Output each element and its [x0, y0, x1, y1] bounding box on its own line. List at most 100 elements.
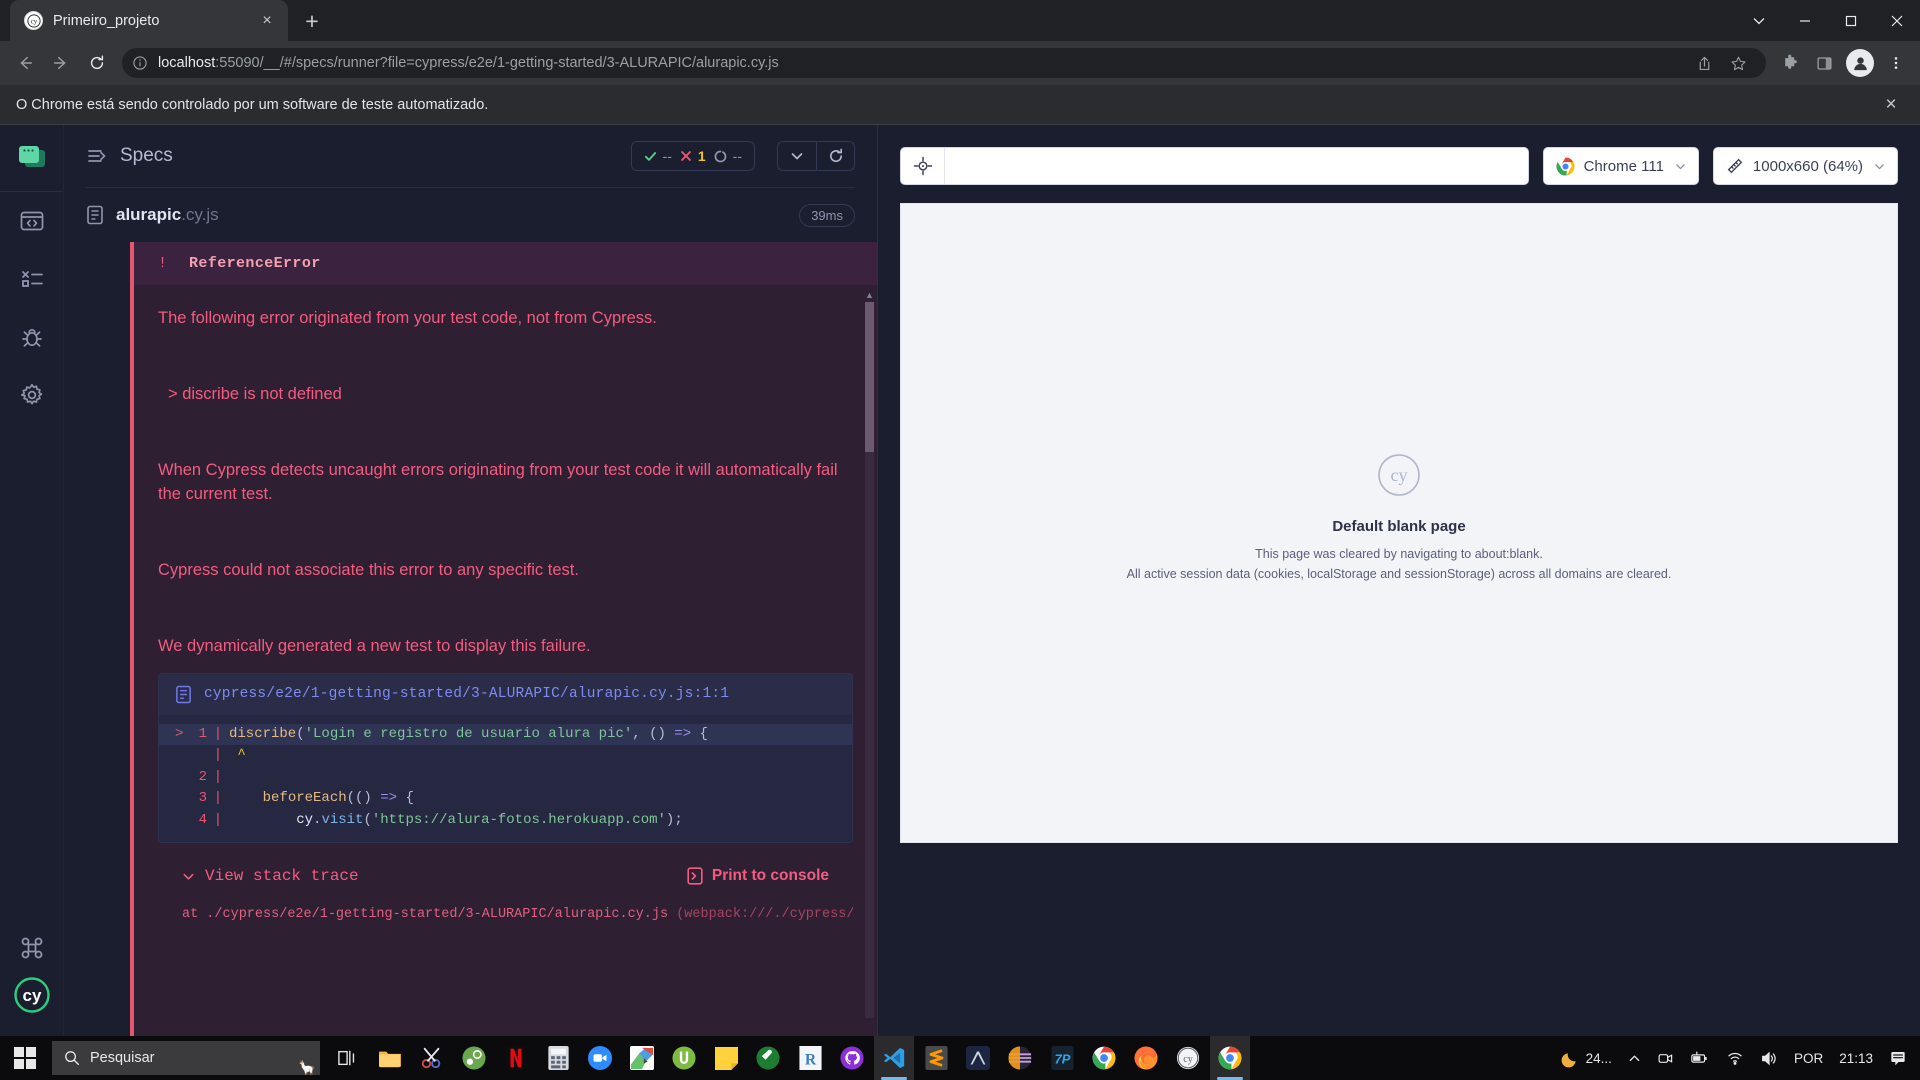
taskbar-app-file-explorer[interactable]: [370, 1036, 410, 1080]
cypress-sidebar: cy: [0, 125, 64, 1036]
eclipse-icon: [1008, 1046, 1032, 1070]
browser-tab[interactable]: cy Primeiro_projeto ×: [10, 0, 288, 41]
windows-start-icon[interactable]: [0, 1036, 50, 1080]
taskbar-apps: R 7P cy: [328, 1036, 1250, 1080]
print-to-console-label: Print to console: [711, 867, 829, 885]
spec-file-row[interactable]: alurapic.cy.js 39ms: [64, 188, 877, 242]
taskbar-app-chrome-1[interactable]: [1084, 1036, 1124, 1080]
sidebar-item-debug[interactable]: [0, 308, 64, 366]
check-icon: [644, 150, 657, 163]
sidebar-item-specs[interactable]: [0, 192, 64, 250]
cypress-app-logo[interactable]: [15, 143, 49, 173]
taskbar-app-sublime-text[interactable]: [916, 1036, 956, 1080]
error-message-line: Cypress could not associate this error t…: [158, 560, 579, 579]
preview-toolbar: Chrome 111 1000x660 (64%): [900, 125, 1898, 203]
wifi-icon[interactable]: [1719, 1036, 1751, 1080]
ruler-icon: [1726, 157, 1744, 175]
windows-taskbar: Pesquisar 🦙 R 7P cy 24... POR 21:13: [0, 1036, 1920, 1080]
selector-playground-icon[interactable]: [901, 148, 945, 184]
sidebar-item-runs[interactable]: [0, 250, 64, 308]
star-icon[interactable]: [1722, 47, 1754, 79]
taskbar-app-firefox[interactable]: [1126, 1036, 1166, 1080]
sidebar-item-settings[interactable]: [0, 366, 64, 424]
back-arrow-icon[interactable]: [8, 46, 42, 80]
volume-icon[interactable]: [1753, 1036, 1785, 1080]
info-circle-icon[interactable]: [132, 55, 148, 71]
taskbar-app-rstudio[interactable]: R: [790, 1036, 830, 1080]
clock[interactable]: 21:13: [1832, 1036, 1880, 1080]
browser-selector-button[interactable]: Chrome 111: [1542, 147, 1699, 185]
camera-icon[interactable]: [1650, 1036, 1681, 1080]
command-key-icon[interactable]: [0, 936, 64, 960]
language-indicator[interactable]: POR: [1787, 1036, 1830, 1080]
share-icon[interactable]: [1688, 47, 1720, 79]
search-input[interactable]: Pesquisar 🦙: [52, 1041, 320, 1075]
forward-arrow-icon[interactable]: [44, 46, 78, 80]
code-line-bar: |: [213, 747, 223, 764]
sublime-icon: [924, 1046, 948, 1070]
tab-search-icon[interactable]: [1736, 0, 1782, 41]
side-panel-icon[interactable]: [1808, 47, 1840, 79]
minimize-icon[interactable]: [1782, 0, 1828, 41]
puzzle-icon[interactable]: [1774, 47, 1806, 79]
automation-infobar: O Chrome está sendo controlado por um so…: [0, 85, 1920, 125]
taskbar-app-utorrent[interactable]: [664, 1036, 704, 1080]
scroll-up-arrow-icon[interactable]: ▲: [865, 290, 874, 300]
maximize-icon[interactable]: [1828, 0, 1874, 41]
scrollbar-thumb[interactable]: [865, 302, 874, 452]
code-frame-path-row[interactable]: cypress/e2e/1-getting-started/3-ALURAPIC…: [159, 673, 852, 715]
code-token: cy: [296, 811, 314, 828]
address-bar[interactable]: localhost:55090/__/#/specs/runner?file=c…: [122, 48, 1766, 78]
sticky-note-icon: [714, 1046, 738, 1070]
error-scroll-region: ! ReferenceError The following error ori…: [64, 242, 877, 1036]
taskbar-app-snipping-tool[interactable]: [412, 1036, 452, 1080]
error-scrollbar[interactable]: ▲: [865, 290, 874, 1030]
taskbar-app-eclipse[interactable]: [1000, 1036, 1040, 1080]
chevron-up-icon[interactable]: [1621, 1036, 1648, 1080]
insomnia-icon: [966, 1046, 990, 1070]
taskbar-app-steam[interactable]: [454, 1036, 494, 1080]
taskbar-app-task-view[interactable]: [328, 1036, 368, 1080]
firefox-icon: [1134, 1046, 1158, 1070]
url-bar[interactable]: [900, 147, 1529, 185]
close-icon[interactable]: ×: [256, 10, 278, 32]
code-line: 3 | beforeEach(() => {: [159, 788, 852, 810]
taskbar-app-netflix[interactable]: [496, 1036, 536, 1080]
tab-strip: cy Primeiro_projeto × +: [0, 0, 1920, 41]
print-to-console-button[interactable]: Print to console: [687, 867, 829, 885]
console-icon: [687, 867, 703, 885]
kebab-menu-icon[interactable]: [1880, 47, 1912, 79]
taskbar-app-github-desktop[interactable]: [832, 1036, 872, 1080]
taskbar-app-zoom[interactable]: [580, 1036, 620, 1080]
cy-circle-logo[interactable]: cy: [13, 976, 51, 1014]
taskbar-app-calculator[interactable]: [538, 1036, 578, 1080]
blank-page-sub1: This page was cleared by navigating to a…: [1255, 547, 1543, 562]
code-line-text: ^: [229, 745, 836, 767]
stat-passed: --: [644, 148, 672, 164]
taskbar-app-sticky-notes[interactable]: [706, 1036, 746, 1080]
taskbar-app-chrome-2[interactable]: [1210, 1036, 1250, 1080]
close-icon[interactable]: [1874, 0, 1920, 41]
taskbar-app-cypress[interactable]: cy: [1168, 1036, 1208, 1080]
taskbar-app-paint[interactable]: [622, 1036, 662, 1080]
profile-avatar-icon[interactable]: [1846, 49, 1874, 77]
notification-icon[interactable]: [1882, 1036, 1914, 1080]
taskbar-app-insomnia[interactable]: [958, 1036, 998, 1080]
close-icon[interactable]: ×: [1878, 94, 1904, 116]
weather-widget[interactable]: 24...: [1554, 1036, 1619, 1080]
specs-list-icon[interactable]: [86, 145, 108, 167]
url-input[interactable]: [945, 148, 1528, 184]
view-stack-trace-toggle[interactable]: View stack trace: [182, 867, 359, 885]
new-tab-button[interactable]: +: [294, 3, 330, 39]
reload-icon[interactable]: [80, 46, 114, 80]
code-token: );: [665, 811, 683, 828]
battery-charging-icon[interactable]: [1683, 1036, 1717, 1080]
code-frame-path[interactable]: cypress/e2e/1-getting-started/3-ALURAPIC…: [204, 686, 729, 702]
chevron-down-icon[interactable]: [778, 142, 816, 170]
taskbar-app-postman[interactable]: [748, 1036, 788, 1080]
taskbar-app-vscode[interactable]: [874, 1036, 914, 1080]
reload-circular-icon[interactable]: [816, 142, 854, 170]
viewport-selector-button[interactable]: 1000x660 (64%): [1712, 147, 1898, 185]
taskbar-app-pipedrive[interactable]: 7P: [1042, 1036, 1082, 1080]
